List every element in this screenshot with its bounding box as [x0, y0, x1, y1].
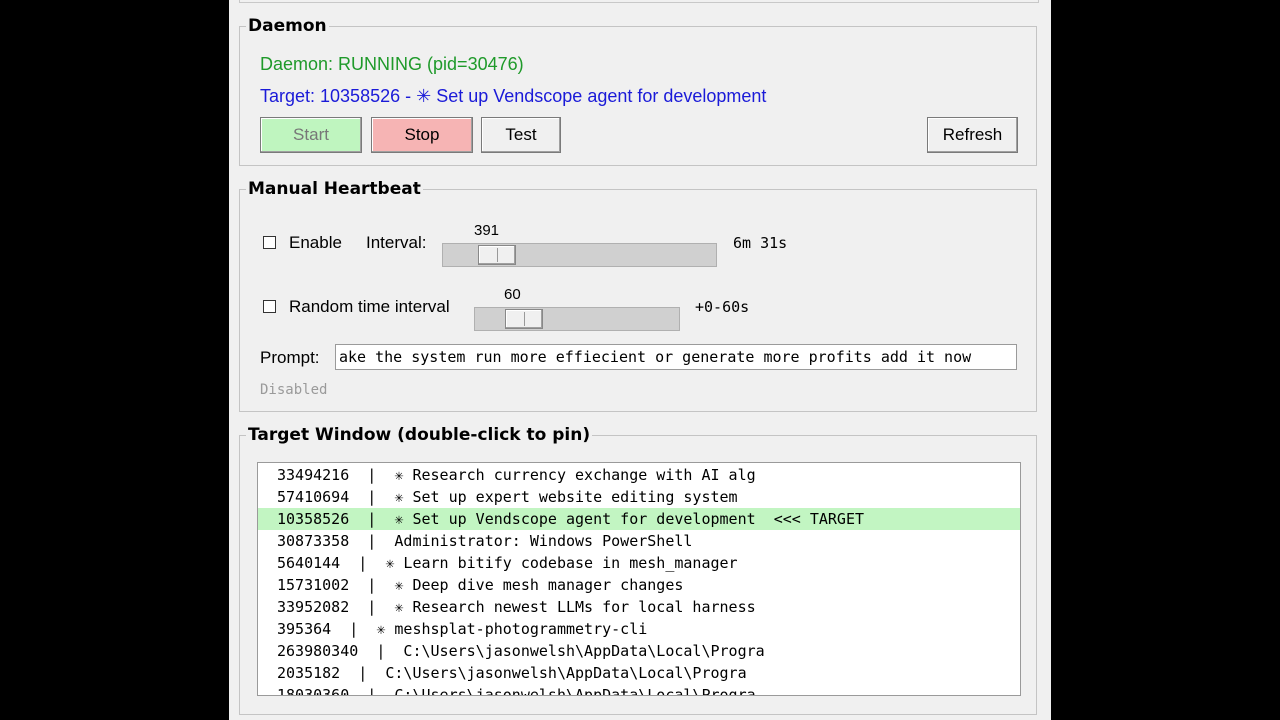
heartbeat-group: Manual Heartbeat — [239, 179, 1037, 412]
previous-group-border — [239, 0, 1039, 3]
refresh-button[interactable]: Refresh — [927, 117, 1018, 153]
window-list-item[interactable]: 18030360 | C:\Users\jasonwelsh\AppData\L… — [258, 684, 1020, 695]
random-slider-thumb[interactable] — [505, 309, 543, 329]
daemon-target: Target: 10358526 - ✳ Set up Vendscope ag… — [260, 86, 767, 106]
stop-button[interactable]: Stop — [371, 117, 473, 153]
heartbeat-status: Disabled — [260, 382, 328, 398]
test-button[interactable]: Test — [481, 117, 561, 153]
target-window-title: Target Window (double-click to pin) — [248, 425, 591, 445]
enable-label: Enable — [289, 233, 342, 252]
app-window: Daemon Daemon: RUNNING (pid=30476) Targe… — [229, 0, 1051, 720]
heartbeat-group-title: Manual Heartbeat — [248, 179, 421, 199]
start-button[interactable]: Start — [260, 117, 362, 153]
interval-label: Interval: — [366, 233, 427, 252]
interval-readout: 6m 31s — [733, 234, 788, 252]
window-list[interactable]: 33494216 | ✳ Research currency exchange … — [257, 462, 1021, 696]
prompt-input[interactable]: ake the system run more effiecient or ge… — [335, 344, 1017, 370]
prompt-label: Prompt: — [260, 348, 320, 367]
window-list-item[interactable]: 5640144 | ✳ Learn bitify codebase in mes… — [258, 552, 1020, 574]
window-list-item[interactable]: 2035182 | C:\Users\jasonwelsh\AppData\Lo… — [258, 662, 1020, 684]
random-readout: +0-60s — [695, 298, 750, 316]
random-interval-label: Random time interval — [289, 297, 450, 316]
random-interval-checkbox[interactable] — [263, 300, 276, 313]
window-list-item[interactable]: 30873358 | Administrator: Windows PowerS… — [258, 530, 1020, 552]
enable-checkbox[interactable] — [263, 236, 276, 249]
window-list-item[interactable]: 57410694 | ✳ Set up expert website editi… — [258, 486, 1020, 508]
interval-slider-thumb[interactable] — [478, 245, 516, 265]
interval-slider[interactable] — [442, 243, 717, 267]
interval-slider-value: 391 — [474, 222, 500, 239]
daemon-group-title: Daemon — [248, 16, 327, 36]
random-interval-slider[interactable] — [474, 307, 680, 331]
window-list-item[interactable]: 15731002 | ✳ Deep dive mesh manager chan… — [258, 574, 1020, 596]
window-list-item[interactable]: 33494216 | ✳ Research currency exchange … — [258, 464, 1020, 486]
window-list-item[interactable]: 395364 | ✳ meshsplat-photogrammetry-cli — [258, 618, 1020, 640]
random-slider-value: 60 — [504, 286, 521, 303]
window-list-item-target[interactable]: 10358526 | ✳ Set up Vendscope agent for … — [258, 508, 1020, 530]
window-list-item[interactable]: 33952082 | ✳ Research newest LLMs for lo… — [258, 596, 1020, 618]
window-list-item[interactable]: 263980340 | C:\Users\jasonwelsh\AppData\… — [258, 640, 1020, 662]
daemon-status: Daemon: RUNNING (pid=30476) — [260, 54, 524, 74]
